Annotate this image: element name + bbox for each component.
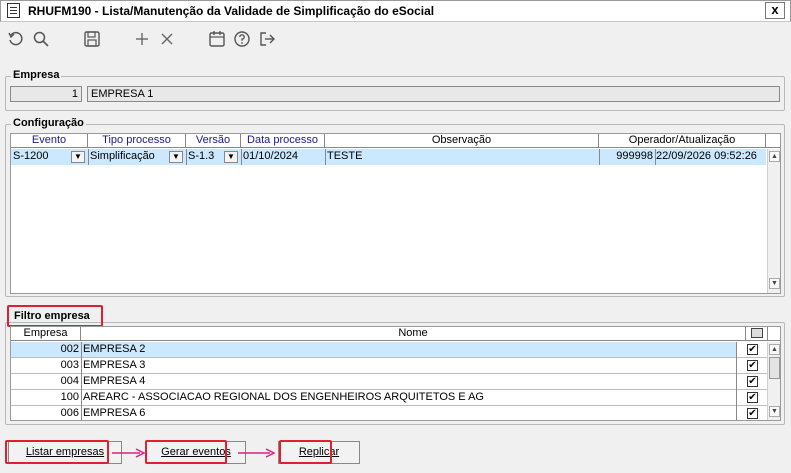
select-all-icon[interactable]	[751, 328, 763, 338]
chevron-down-icon[interactable]: ▼	[71, 151, 85, 163]
scroll-thumb[interactable]	[769, 357, 780, 379]
highlight-box	[7, 305, 103, 327]
chevron-down-icon[interactable]: ▼	[224, 151, 238, 163]
col-header-nome[interactable]: Nome	[81, 327, 746, 341]
col-header-evento[interactable]: Evento	[11, 134, 88, 148]
scroll-down-icon[interactable]: ▼	[769, 406, 780, 417]
cell-tipo-processo[interactable]: Simplificação	[90, 150, 168, 164]
search-icon[interactable]	[30, 28, 52, 50]
cell-nome[interactable]: EMPRESA 2	[83, 343, 733, 357]
help-icon[interactable]	[231, 28, 253, 50]
row-checkbox[interactable]: ✔	[747, 392, 758, 403]
filtro-table: Empresa Nome 002 EMPRESA 2 ✔ 003 EMPRESA…	[10, 326, 781, 421]
save-icon[interactable]	[81, 28, 103, 50]
table-row[interactable]: S-1200 ▼ Simplificação ▼ S-1.3 ▼ 01/10/2…	[11, 149, 766, 165]
col-header-data-processo[interactable]: Data processo	[241, 134, 325, 148]
filtro-scrollbar[interactable]: ▲ ▼	[767, 342, 780, 420]
configuracao-group-label: Configuração	[11, 117, 86, 129]
col-header-empresa[interactable]: Empresa	[11, 327, 81, 341]
row-checkbox[interactable]: ✔	[747, 360, 758, 371]
col-header-observacao[interactable]: Observação	[325, 134, 599, 148]
col-header-spacer	[766, 134, 780, 148]
empresa-group-label: Empresa	[11, 69, 62, 81]
col-header-tipo-processo[interactable]: Tipo processo	[88, 134, 186, 148]
scroll-down-icon[interactable]: ▼	[769, 278, 780, 289]
table-row[interactable]: 004 EMPRESA 4	[11, 374, 736, 389]
cell-codigo[interactable]: 004	[13, 375, 79, 389]
highlight-box	[145, 440, 227, 464]
chevron-down-icon[interactable]: ▼	[169, 151, 183, 163]
cell-data-processo[interactable]: 01/10/2024	[243, 150, 323, 164]
highlight-box	[279, 440, 332, 464]
cell-codigo[interactable]: 003	[13, 359, 79, 373]
exit-icon[interactable]	[256, 28, 278, 50]
col-header-versao[interactable]: Versão	[186, 134, 241, 148]
cell-evento[interactable]: S-1200	[13, 150, 71, 164]
highlight-box	[5, 440, 109, 464]
document-icon	[7, 3, 20, 18]
table-row[interactable]: 006 EMPRESA 6	[11, 406, 736, 421]
scroll-up-icon[interactable]: ▲	[769, 344, 780, 355]
cell-atualizacao: 22/09/2026 09:52:26	[656, 150, 757, 162]
close-button[interactable]: x	[765, 2, 785, 19]
arrow-right-icon	[238, 448, 276, 458]
cell-nome[interactable]: EMPRESA 6	[83, 407, 733, 421]
col-header-operador[interactable]: Operador/Atualização	[599, 134, 766, 148]
select-all-header[interactable]	[746, 327, 768, 341]
cell-versao[interactable]: S-1.3	[188, 150, 222, 164]
cell-nome[interactable]: EMPRESA 4	[83, 375, 733, 389]
empresa-name-field: EMPRESA 1	[87, 86, 780, 102]
cell-codigo[interactable]: 002	[13, 343, 79, 357]
row-checkbox[interactable]: ✔	[747, 344, 758, 355]
arrow-right-icon	[112, 448, 146, 458]
undo-icon[interactable]	[5, 28, 27, 50]
delete-icon[interactable]	[156, 28, 178, 50]
cell-codigo[interactable]: 100	[13, 391, 79, 405]
table-row[interactable]: 100 AREARC - ASSOCIACAO REGIONAL DOS ENG…	[11, 390, 736, 405]
table-row[interactable]: 003 EMPRESA 3	[11, 358, 736, 373]
calendar-icon[interactable]	[206, 28, 228, 50]
cell-nome[interactable]: AREARC - ASSOCIACAO REGIONAL DOS ENGENHE…	[83, 391, 733, 405]
cell-observacao[interactable]: TESTE	[327, 150, 597, 164]
cell-operador: 999998	[616, 150, 653, 162]
configuracao-scrollbar[interactable]: ▲ ▼	[767, 149, 780, 293]
empresa-code-field: 1	[10, 86, 82, 102]
add-icon[interactable]	[131, 28, 153, 50]
row-checkbox[interactable]: ✔	[747, 376, 758, 387]
cell-codigo[interactable]: 006	[13, 407, 79, 421]
configuracao-table: Evento Tipo processo Versão Data process…	[10, 133, 781, 294]
window-title: RHUFM190 - Lista/Manutenção da Validade …	[28, 4, 435, 18]
row-checkbox[interactable]: ✔	[747, 408, 758, 419]
toolbar	[0, 22, 791, 55]
cell-nome[interactable]: EMPRESA 3	[83, 359, 733, 373]
scroll-up-icon[interactable]: ▲	[769, 151, 780, 162]
table-row[interactable]: 002 EMPRESA 2	[11, 342, 736, 357]
